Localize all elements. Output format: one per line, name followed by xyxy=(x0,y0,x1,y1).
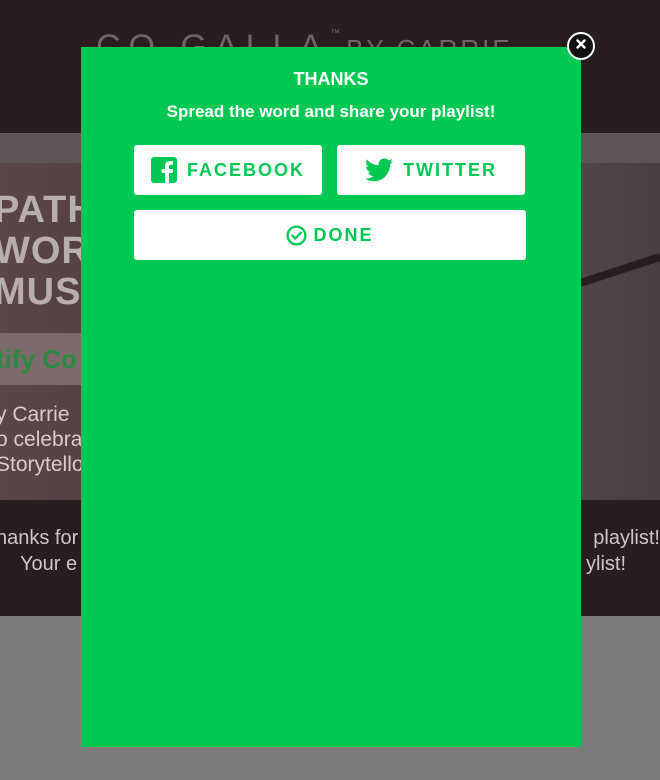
page: CO GALLA™BY CARRIE PATH WOR MUS tify Co … xyxy=(0,0,660,780)
twitter-icon xyxy=(365,158,393,182)
twitter-share-button[interactable]: TWITTER xyxy=(337,145,525,195)
hero-band-text: tify Co xyxy=(0,344,77,374)
facebook-label: FACEBOOK xyxy=(186,159,305,180)
hero-image-detail xyxy=(573,253,660,289)
check-circle-icon xyxy=(286,224,308,246)
hero-copy: y Carrie o celebra Storytello xyxy=(0,402,84,477)
background-thanks-line: ylist! xyxy=(586,553,626,575)
modal-title: THANKS xyxy=(293,69,369,89)
modal-subtitle: Spread the word and share your playlist! xyxy=(166,102,496,121)
background-thanks-text-right: playlist! ylist! xyxy=(570,525,660,577)
hero-copy-line: y Carrie xyxy=(0,403,70,426)
background-thanks-line: playlist! xyxy=(593,527,660,549)
hero-copy-line: o celebra xyxy=(0,428,83,451)
site-logo-tm: ™ xyxy=(330,28,341,39)
done-button[interactable]: DONE xyxy=(134,210,526,260)
facebook-share-button[interactable]: FACEBOOK xyxy=(134,145,322,195)
hero-copy-line: Storytello xyxy=(0,453,84,476)
close-icon xyxy=(575,37,587,55)
share-modal: THANKS Spread the word and share your pl… xyxy=(81,47,581,747)
close-modal-button[interactable] xyxy=(567,32,595,60)
facebook-icon xyxy=(150,157,177,183)
done-label: DONE xyxy=(313,224,374,245)
twitter-label: TWITTER xyxy=(403,159,497,180)
